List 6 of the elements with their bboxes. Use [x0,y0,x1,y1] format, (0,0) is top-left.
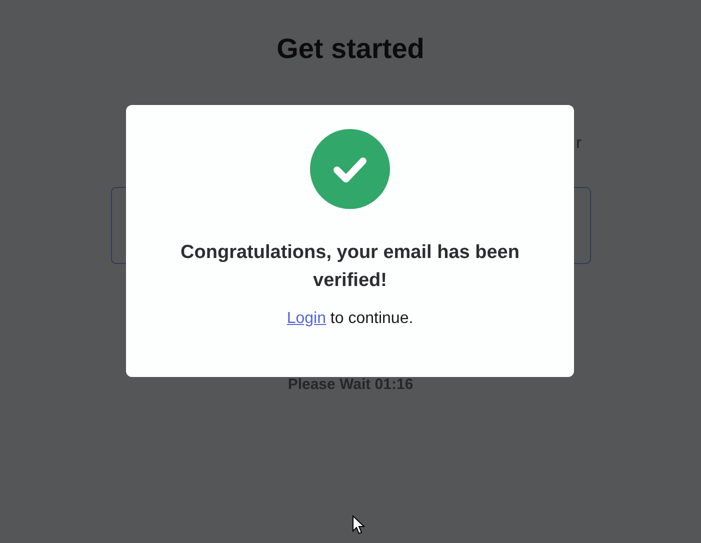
success-check-icon [310,129,390,209]
page-title: Get started [276,32,424,66]
continue-text: Login to continue. [286,310,414,328]
login-link[interactable]: Login [286,310,326,327]
dialog-message: Congratulations, your email has been verified! [180,241,520,293]
pointer-cursor-icon [352,515,365,535]
